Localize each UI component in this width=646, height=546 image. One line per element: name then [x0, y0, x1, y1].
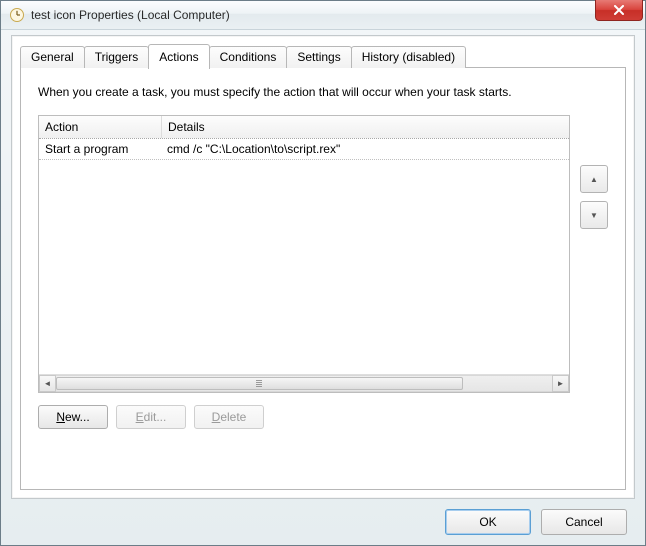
actions-panel: When you create a task, you must specify…	[20, 67, 626, 490]
move-up-button[interactable]: ▲	[580, 165, 608, 193]
titlebar: test icon Properties (Local Computer)	[1, 1, 645, 30]
tab-conditions[interactable]: Conditions	[209, 46, 288, 68]
horizontal-scrollbar[interactable]: ◄ ►	[39, 374, 569, 392]
tab-triggers[interactable]: Triggers	[84, 46, 150, 68]
actions-list[interactable]: Action Details Start a program cmd /c "C…	[38, 115, 570, 393]
scroll-right-button[interactable]: ►	[552, 375, 569, 392]
tab-settings[interactable]: Settings	[286, 46, 351, 68]
action-buttons-row: New... Edit... Delete	[38, 405, 608, 429]
tab-strip: General Triggers Actions Conditions Sett…	[20, 44, 626, 68]
tab-history[interactable]: History (disabled)	[351, 46, 466, 68]
arrow-up-icon: ▲	[590, 175, 598, 184]
column-header-action[interactable]: Action	[39, 116, 162, 138]
tab-actions[interactable]: Actions	[148, 44, 209, 69]
list-header: Action Details	[39, 116, 569, 139]
instruction-text: When you create a task, you must specify…	[38, 85, 608, 99]
task-scheduler-icon	[9, 7, 25, 23]
list-cell-details: cmd /c "C:\Location\to\script.rex"	[161, 139, 569, 159]
close-icon	[613, 5, 625, 15]
dialog-footer: OK Cancel	[445, 509, 627, 535]
tab-general[interactable]: General	[20, 46, 85, 68]
edit-button[interactable]: Edit...	[116, 405, 186, 429]
delete-button[interactable]: Delete	[194, 405, 264, 429]
reorder-buttons: ▲ ▼	[580, 115, 608, 237]
move-down-button[interactable]: ▼	[580, 201, 608, 229]
list-item[interactable]: Start a program cmd /c "C:\Location\to\s…	[39, 139, 569, 160]
window-title: test icon Properties (Local Computer)	[31, 8, 230, 22]
dialog-body: General Triggers Actions Conditions Sett…	[11, 35, 635, 499]
arrow-down-icon: ▼	[590, 211, 598, 220]
column-header-details[interactable]: Details	[162, 116, 569, 138]
close-button[interactable]	[595, 0, 643, 21]
list-cell-action: Start a program	[39, 139, 161, 159]
scroll-track[interactable]	[56, 375, 552, 392]
list-body: Start a program cmd /c "C:\Location\to\s…	[39, 139, 569, 374]
window-frame: test icon Properties (Local Computer) Ge…	[0, 0, 646, 546]
new-button[interactable]: New...	[38, 405, 108, 429]
scroll-thumb[interactable]	[56, 377, 463, 390]
ok-button[interactable]: OK	[445, 509, 531, 535]
cancel-button[interactable]: Cancel	[541, 509, 627, 535]
scroll-left-button[interactable]: ◄	[39, 375, 56, 392]
